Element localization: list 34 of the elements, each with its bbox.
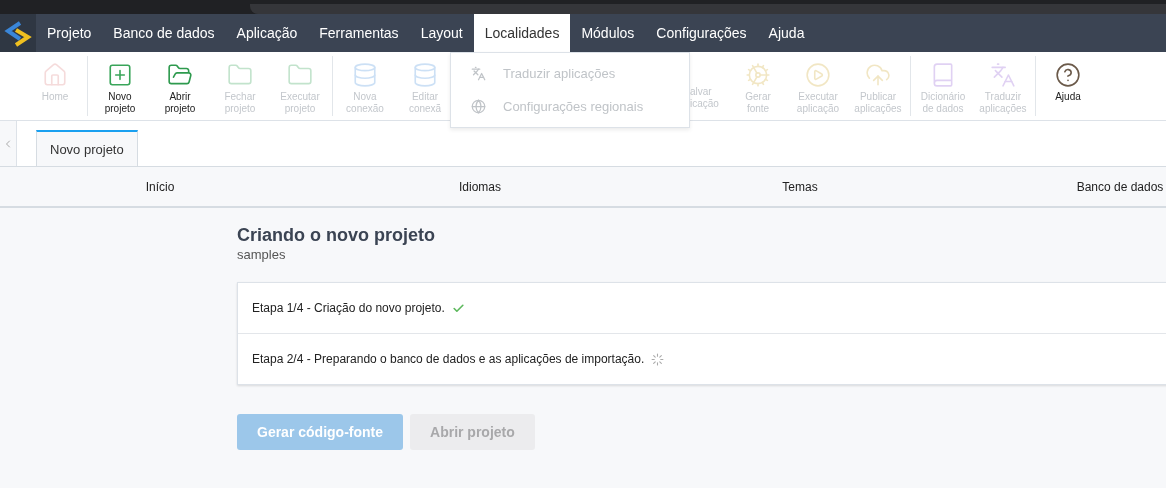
cloud-upload-icon <box>865 62 891 88</box>
wizard-step: Idiomas <box>459 179 501 194</box>
project-name: samples <box>237 247 287 262</box>
step-status: Etapa 2/4 - Preparando o banco de dados e as aplicações de importação. <box>252 352 645 366</box>
translate-icon <box>990 62 1016 88</box>
menu-item[interactable]: Configurações <box>645 14 758 52</box>
page-title: Criando o novo projeto <box>237 225 436 246</box>
wizard-step: Banco de dados <box>1076 179 1164 194</box>
wizard-step: Temas <box>782 179 818 194</box>
database-icon <box>352 62 378 88</box>
translate-icon <box>471 66 486 81</box>
globe-icon <box>471 99 486 114</box>
toolbar-button[interactable]: Abrir projeto <box>150 56 210 116</box>
plus-square-icon <box>107 62 133 88</box>
step-status: Etapa 1/4 - Criação do novo projeto. <box>252 301 445 315</box>
database-icon <box>412 62 438 88</box>
menu-item[interactable]: Localidades <box>473 14 571 52</box>
address-bar[interactable] <box>250 4 1166 14</box>
toolbar-button[interactable]: Ajuda <box>1038 56 1098 116</box>
menu-item[interactable]: Layout <box>409 14 474 52</box>
menu-item[interactable]: Projeto <box>36 14 103 52</box>
tab[interactable]: Novo projeto <box>36 130 138 166</box>
logo-icon <box>0 14 36 52</box>
menu-item[interactable]: Banco de dados <box>102 14 226 52</box>
help-icon <box>1055 62 1081 88</box>
gear-icon <box>745 62 771 88</box>
house-icon <box>42 62 68 88</box>
play-icon <box>805 62 831 88</box>
menu-item[interactable]: Módulos <box>570 14 646 52</box>
menu-item[interactable]: Aplicação <box>225 14 309 52</box>
menu-item[interactable]: Ferramentas <box>308 14 410 52</box>
wizard-step: Início <box>145 179 175 194</box>
toolbar-button[interactable]: Novo projeto <box>90 56 150 116</box>
menu-item[interactable]: Ajuda <box>757 14 816 52</box>
